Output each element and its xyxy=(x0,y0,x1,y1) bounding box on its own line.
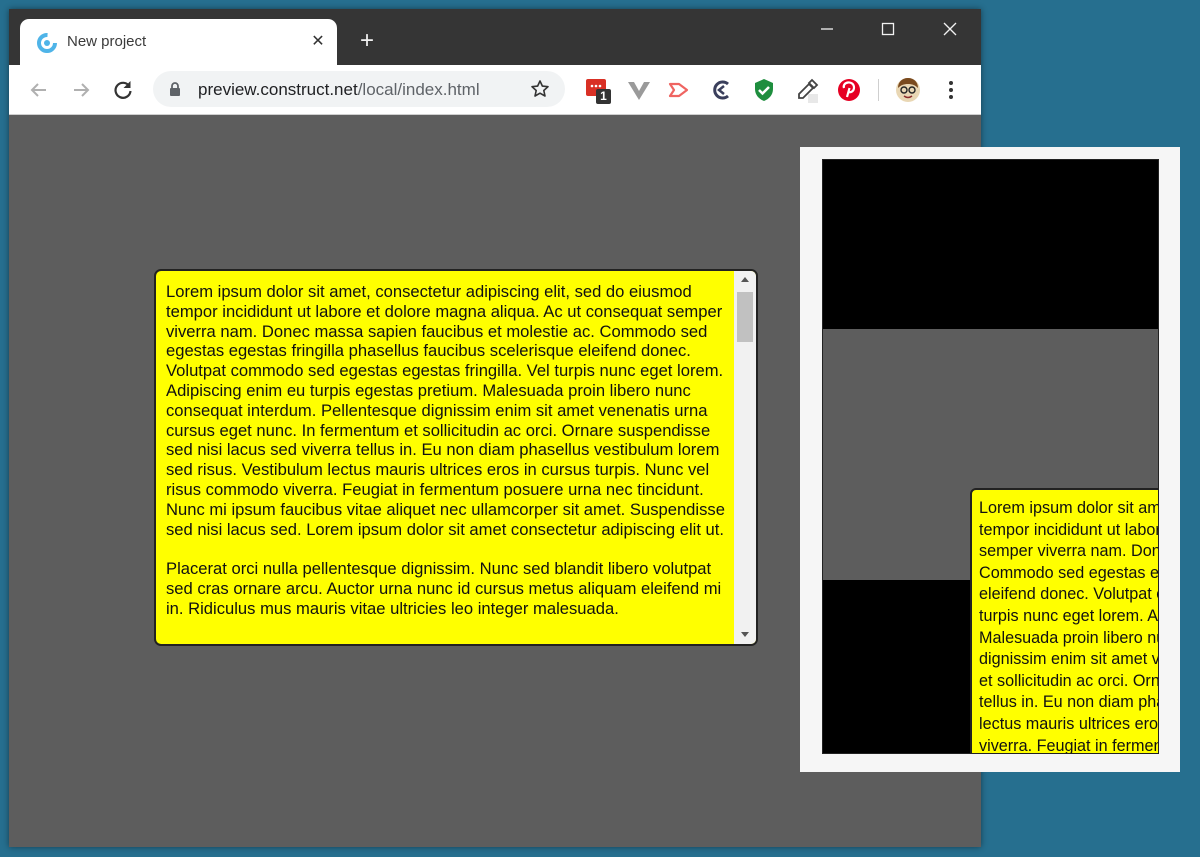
mobile-text-line: dignissim enim sit amet venenatis xyxy=(979,650,1158,669)
scrollable-textbox[interactable]: Lorem ipsum dolor sit amet, consectetur … xyxy=(154,269,758,646)
url-text[interactable]: preview.construct.net/local/index.html xyxy=(198,80,480,100)
minimize-button[interactable] xyxy=(796,11,858,47)
chrome-menu-button[interactable] xyxy=(938,77,964,103)
maximize-button[interactable] xyxy=(857,11,919,47)
minimize-icon xyxy=(821,28,833,30)
textbox-paragraph: Placerat orci nulla pellentesque digniss… xyxy=(166,559,722,618)
vue-devtools-icon xyxy=(628,82,650,100)
extension-badge: 1 xyxy=(596,89,611,104)
shield-check-icon xyxy=(755,79,773,101)
pinterest-icon xyxy=(838,79,860,101)
mobile-text-line: tellus in. Eu non diam phasellus xyxy=(979,693,1158,712)
extension-cruise[interactable] xyxy=(709,77,735,103)
mobile-preview-screen: Lorem ipsum dolor sit amet, tempor incid… xyxy=(822,159,1159,754)
tab-close-icon[interactable]: ✕ xyxy=(307,31,329,53)
send-arrow-icon xyxy=(668,82,689,98)
arrow-right-icon xyxy=(74,83,90,97)
eyedropper-icon xyxy=(798,78,819,103)
mobile-text-line: lectus mauris ultrices eros in xyxy=(979,714,1159,733)
close-icon xyxy=(943,22,957,36)
tab-new-project[interactable]: New project ✕ xyxy=(20,19,337,65)
reload-icon xyxy=(114,81,132,99)
url-path: /local/index.html xyxy=(357,80,480,99)
construct-logo-icon xyxy=(36,32,58,54)
mobile-text-line: Lorem ipsum dolor sit amet, xyxy=(979,499,1159,517)
new-tab-button[interactable]: + xyxy=(354,29,380,55)
mobile-text-line: viverra. Feugiat in fermentum xyxy=(979,736,1158,754)
mobile-text-line: Commodo sed egestas egestas xyxy=(979,563,1159,582)
profile-avatar[interactable] xyxy=(895,77,921,103)
mobile-text-line: turpis nunc eget lorem. Adipiscing xyxy=(979,606,1159,625)
address-bar[interactable]: preview.construct.net/local/index.html xyxy=(153,71,565,107)
extension-shield[interactable] xyxy=(751,77,777,103)
avatar-icon xyxy=(896,78,920,102)
scroll-down-arrow-icon[interactable] xyxy=(741,632,749,637)
extension-vue[interactable] xyxy=(626,77,652,103)
mobile-preview-frame: Lorem ipsum dolor sit amet, tempor incid… xyxy=(800,147,1180,772)
title-bar: New project ✕ + xyxy=(9,9,981,65)
reload-button[interactable] xyxy=(110,77,136,103)
mobile-text-line: et sollicitudin ac orci. Ornare xyxy=(979,671,1159,690)
mobile-text-line: tempor incididunt ut labore xyxy=(979,520,1159,539)
mobile-textbox-content: Lorem ipsum dolor sit amet, tempor incid… xyxy=(979,498,1159,754)
lock-icon[interactable] xyxy=(169,81,181,102)
textbox-paragraph: Lorem ipsum dolor sit amet, consectetur … xyxy=(166,282,725,539)
extension-arrow[interactable] xyxy=(666,77,692,103)
scrollbar[interactable] xyxy=(734,271,756,644)
textbox-content: Lorem ipsum dolor sit amet, consectetur … xyxy=(166,282,728,638)
close-window-button[interactable] xyxy=(919,11,981,47)
scroll-up-arrow-icon[interactable] xyxy=(741,277,749,282)
back-button[interactable] xyxy=(26,77,52,103)
toolbar-divider xyxy=(878,79,879,101)
scrollbar-thumb[interactable] xyxy=(737,292,753,342)
extension-calendar[interactable]: 1 xyxy=(585,77,611,104)
maximize-icon xyxy=(881,22,895,36)
cruise-icon xyxy=(713,80,729,100)
mobile-text-line: eleifend donec. Volutpat commodo xyxy=(979,585,1158,604)
tab-title: New project xyxy=(67,33,147,50)
extension-pinterest[interactable] xyxy=(836,77,862,103)
arrow-left-icon xyxy=(30,83,46,97)
extension-eyedropper[interactable] xyxy=(794,77,820,103)
mobile-textbox[interactable]: Lorem ipsum dolor sit amet, tempor incid… xyxy=(970,488,1159,754)
url-host: preview.construct.net xyxy=(198,80,358,99)
bookmark-star-icon[interactable] xyxy=(530,79,550,104)
more-vert-icon xyxy=(949,81,953,99)
forward-button[interactable] xyxy=(68,77,94,103)
browser-toolbar: preview.construct.net/local/index.html 1 xyxy=(9,65,981,115)
letterbox-top xyxy=(823,160,1158,329)
mobile-text-line: semper viverra nam. Donec xyxy=(979,542,1159,561)
mobile-text-line: Malesuada proin libero nunc xyxy=(979,628,1158,647)
